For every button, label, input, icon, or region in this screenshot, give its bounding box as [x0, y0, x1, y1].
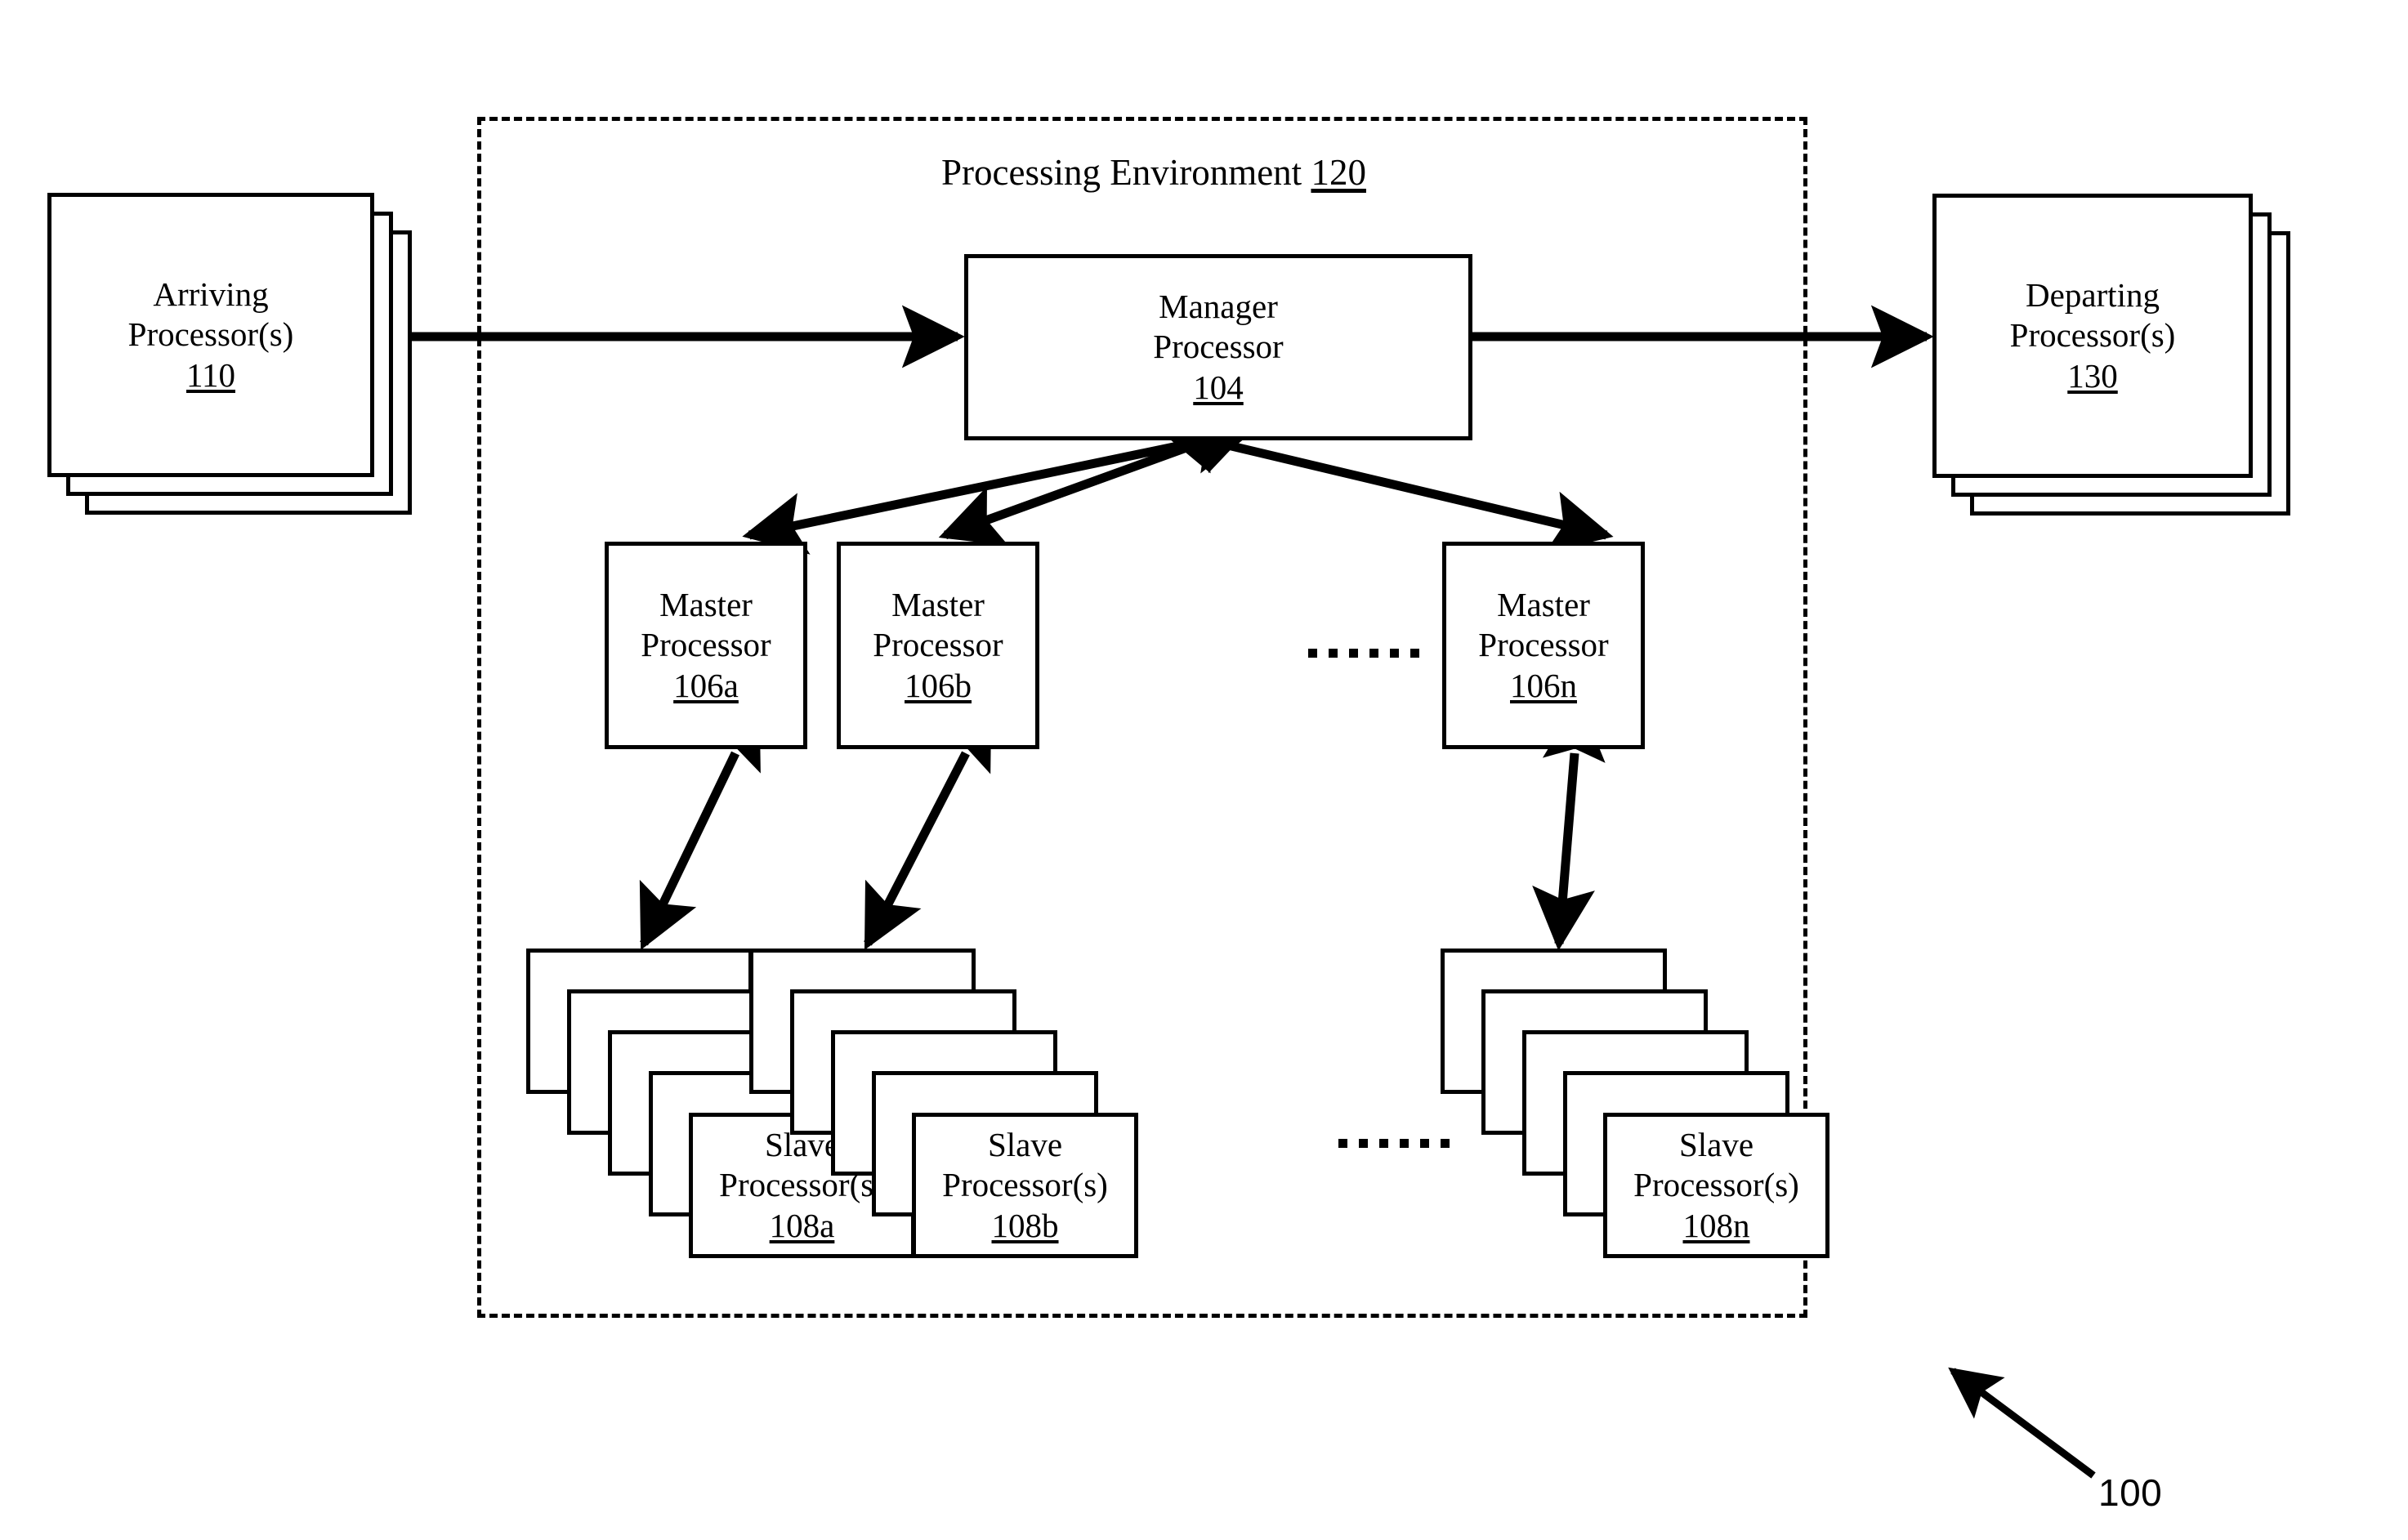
departing-processor-line2: Processor(s) [2009, 316, 2176, 355]
ellipsis-dot [1379, 1139, 1388, 1148]
arriving-processor-box[interactable]: Arriving Processor(s) 110 [47, 193, 374, 477]
arriving-processor-reference: 110 [186, 355, 235, 394]
master-processor-reference: 106n [1510, 666, 1577, 704]
departing-processor-reference: 130 [2067, 356, 2118, 395]
slave-processor-reference: 108n [1682, 1206, 1750, 1244]
master-processor-line1: Master [891, 586, 985, 624]
figure-number-label: 100 [2098, 1471, 2163, 1514]
manager-processor-box[interactable]: Manager Processor 104 [964, 254, 1472, 440]
slave-processor-reference: 108b [991, 1206, 1059, 1244]
manager-processor-line2: Processor [1153, 328, 1284, 366]
master-processor-reference: 106a [673, 666, 739, 704]
slave-processor-line1: Slave [1678, 1126, 1754, 1164]
ellipsis-dot [1308, 649, 1317, 658]
departing-processor-box[interactable]: Departing Processor(s) 130 [1932, 194, 2253, 478]
figure-number-leader-arrow [1948, 1367, 2096, 1479]
ellipsis-dot [1349, 649, 1358, 658]
slave-processor-line2: Processor(s) [942, 1166, 1108, 1204]
master-row-ellipsis [1308, 649, 1419, 658]
master-processor-line2: Processor [641, 626, 771, 664]
slave-processor-line1: Slave [987, 1126, 1063, 1164]
processing-environment-reference: 120 [1311, 152, 1366, 193]
ellipsis-dot [1410, 649, 1419, 658]
arriving-processor-line2: Processor(s) [127, 315, 294, 354]
master-processor-box-106n[interactable]: Master Processor 106n [1442, 542, 1645, 749]
slave-processor-box-108n[interactable]: Slave Processor(s) 108n [1603, 1113, 1829, 1258]
figure-canvas: Processing Environment 120 Arriving Proc… [0, 0, 2408, 1540]
slave-processor-box-108b[interactable]: Slave Processor(s) 108b [912, 1113, 1138, 1258]
master-processor-line1: Master [1497, 586, 1590, 624]
ellipsis-dot [1329, 649, 1338, 658]
manager-processor-line1: Manager [1159, 288, 1278, 326]
master-processor-line2: Processor [873, 626, 1003, 664]
processing-environment-title-text: Processing Environment [941, 152, 1302, 193]
departing-processor-line1: Departing [2026, 276, 2160, 315]
master-processor-line2: Processor [1478, 626, 1609, 664]
slave-processor-reference: 108a [769, 1206, 835, 1244]
processing-environment-title: Processing Environment 120 [941, 154, 1366, 191]
ellipsis-dot [1338, 1139, 1347, 1148]
master-processor-line1: Master [659, 586, 753, 624]
master-processor-reference: 106b [905, 666, 972, 704]
master-processor-box-106a[interactable]: Master Processor 106a [605, 542, 807, 749]
slave-processor-line2: Processor(s) [1633, 1166, 1799, 1204]
ellipsis-dot [1359, 1139, 1368, 1148]
manager-processor-reference: 104 [1193, 368, 1244, 406]
slave-row-ellipsis [1338, 1139, 1450, 1148]
arriving-processor-line1: Arriving [153, 275, 269, 314]
ellipsis-dot [1390, 649, 1399, 658]
ellipsis-dot [1400, 1139, 1409, 1148]
ellipsis-dot [1369, 649, 1378, 658]
master-processor-box-106b[interactable]: Master Processor 106b [837, 542, 1039, 749]
ellipsis-dot [1420, 1139, 1429, 1148]
ellipsis-dot [1441, 1139, 1450, 1148]
